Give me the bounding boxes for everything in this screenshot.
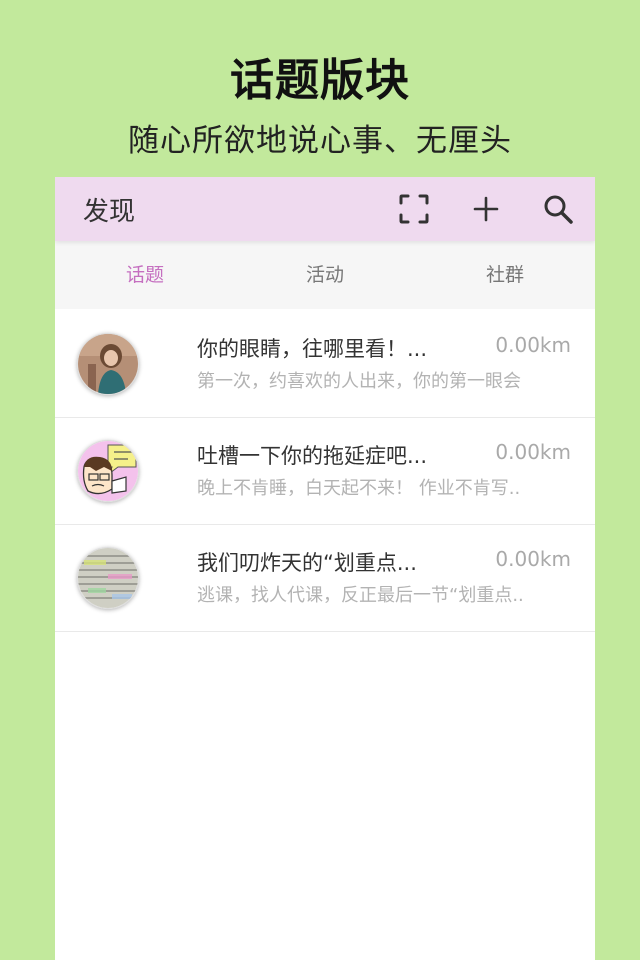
plus-icon[interactable] bbox=[468, 191, 504, 227]
cartoon-avatar bbox=[77, 440, 139, 502]
topic-title: 我们叨炸天的“划重点... bbox=[197, 551, 417, 575]
topic-distance: 0.00km bbox=[495, 547, 571, 571]
topic-title: 你的眼睛，往哪里看！... bbox=[197, 337, 428, 361]
topic-list: 你的眼睛，往哪里看！... 0.00km 第一次，约喜欢的人出来，你的第一眼会 bbox=[55, 311, 595, 632]
topic-row[interactable]: 吐槽一下你的拖延症吧... 0.00km 晚上不肯睡，白天起不来！ 作业不肯写.… bbox=[55, 418, 595, 525]
tab-bar: 话题 活动 社群 bbox=[55, 241, 595, 309]
tab-activities[interactable]: 活动 bbox=[235, 241, 415, 309]
topic-description: 第一次，约喜欢的人出来，你的第一眼会 bbox=[197, 371, 521, 392]
tab-community[interactable]: 社群 bbox=[415, 241, 595, 309]
top-bar: 发现 bbox=[55, 177, 595, 241]
search-icon[interactable] bbox=[540, 191, 576, 227]
topic-title: 吐槽一下你的拖延症吧... bbox=[197, 444, 428, 468]
topic-row[interactable]: 我们叨炸天的“划重点... 0.00km 逃课，找人代课，反正最后一节“划重点.… bbox=[55, 525, 595, 632]
app-screen: 发现 话题 活动 社群 你的眼睛，往哪里看！... 0.00km 第一次，约喜欢… bbox=[55, 177, 595, 960]
page-title: 发现 bbox=[83, 197, 136, 227]
scan-icon[interactable] bbox=[396, 191, 432, 227]
notes-photo-avatar bbox=[77, 547, 139, 609]
promo-subtitle: 随心所欲地说心事、无厘头 bbox=[128, 123, 512, 159]
promo-title: 话题版块 bbox=[230, 55, 410, 106]
topic-distance: 0.00km bbox=[495, 440, 571, 464]
topic-row[interactable]: 你的眼睛，往哪里看！... 0.00km 第一次，约喜欢的人出来，你的第一眼会 bbox=[55, 311, 595, 418]
topic-distance: 0.00km bbox=[495, 333, 571, 357]
topic-description: 逃课，找人代课，反正最后一节“划重点.. bbox=[197, 585, 524, 606]
topic-description: 晚上不肯睡，白天起不来！ 作业不肯写.. bbox=[197, 478, 521, 499]
tab-topics[interactable]: 话题 bbox=[55, 241, 235, 309]
girl-photo-avatar bbox=[77, 333, 139, 395]
